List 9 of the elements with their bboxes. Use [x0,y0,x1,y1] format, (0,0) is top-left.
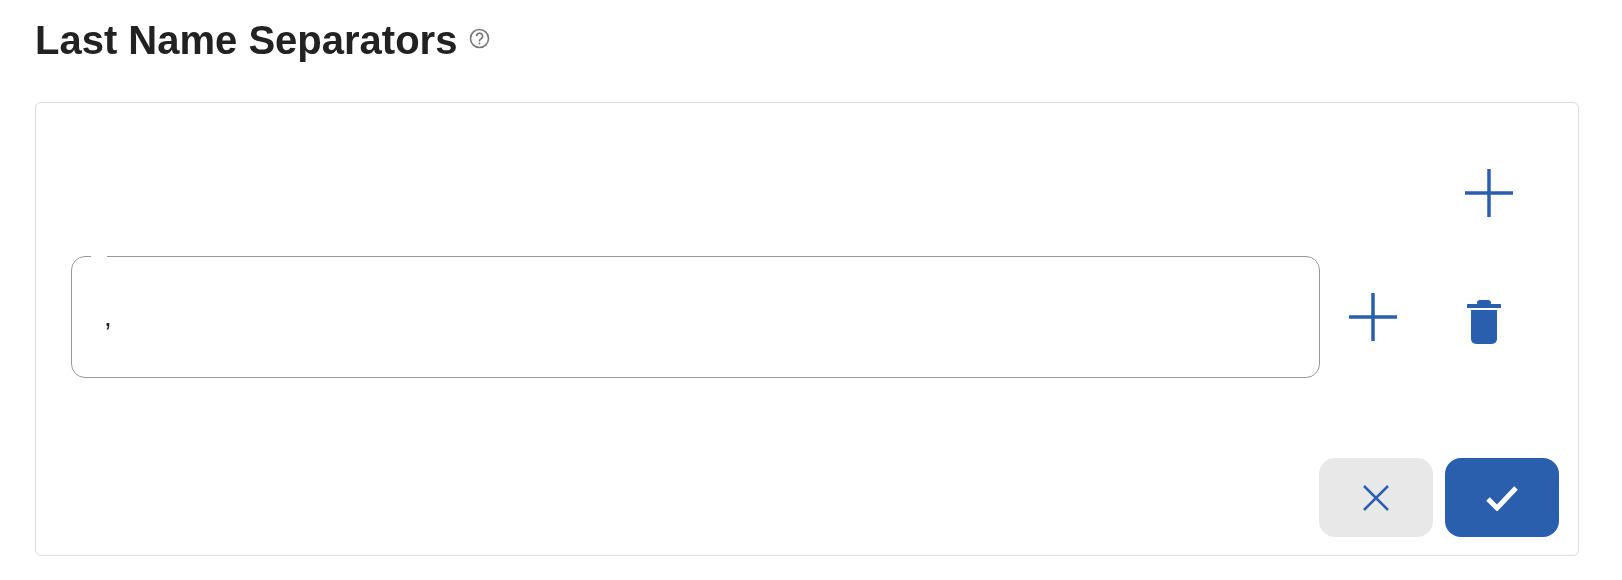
check-icon [1485,484,1519,511]
add-icon[interactable] [1464,168,1514,218]
add-icon[interactable] [1348,292,1398,342]
confirm-button[interactable] [1445,458,1559,537]
section-title: Last Name Separators [35,20,458,60]
help-icon[interactable] [469,27,491,49]
close-icon [1362,483,1390,512]
input-field[interactable]: , [71,256,1320,378]
delete-icon[interactable] [1466,299,1502,345]
